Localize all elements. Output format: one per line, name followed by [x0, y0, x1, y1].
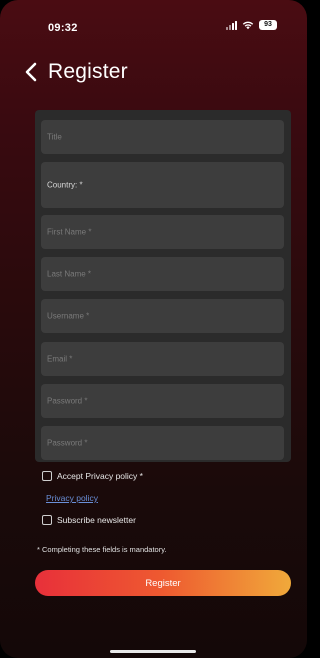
chevron-left-icon [25, 62, 37, 82]
phone-screen: 09:32 93 Register Title Country: * First… [0, 0, 307, 658]
accept-privacy-label: Accept Privacy policy * [57, 471, 143, 481]
password-confirm-field[interactable]: Password * [41, 426, 284, 460]
home-indicator[interactable] [110, 650, 196, 653]
register-button[interactable]: Register [35, 570, 291, 596]
last-name-field[interactable]: Last Name * [41, 257, 284, 291]
accept-privacy-row[interactable]: Accept Privacy policy * [42, 471, 143, 481]
wifi-icon [242, 21, 254, 30]
country-select[interactable]: Country: * [41, 162, 284, 208]
status-bar: 09:32 93 [0, 0, 307, 52]
back-button[interactable] [20, 58, 42, 86]
title-placeholder: Title [47, 132, 62, 142]
password-field[interactable]: Password * [41, 384, 284, 418]
privacy-policy-link[interactable]: Privacy policy [46, 493, 98, 503]
email-placeholder: Email * [47, 354, 73, 364]
page-title: Register [48, 60, 128, 83]
register-form: Title Country: * First Name * Last Name … [35, 110, 291, 462]
accept-privacy-checkbox[interactable] [42, 471, 52, 481]
nav-bar: Register [0, 52, 307, 96]
username-field[interactable]: Username * [41, 299, 284, 333]
status-time: 09:32 [48, 22, 78, 34]
subscribe-label: Subscribe newsletter [57, 515, 136, 525]
first-name-placeholder: First Name * [47, 227, 92, 237]
status-icons: 93 [226, 20, 277, 30]
subscribe-row[interactable]: Subscribe newsletter [42, 515, 136, 525]
first-name-field[interactable]: First Name * [41, 215, 284, 249]
title-field[interactable]: Title [41, 120, 284, 154]
subscribe-checkbox[interactable] [42, 515, 52, 525]
password-placeholder: Password * [47, 396, 88, 406]
mandatory-note: * Completing these fields is mandatory. [37, 545, 167, 554]
country-label: Country: * [47, 180, 83, 190]
last-name-placeholder: Last Name * [47, 269, 92, 279]
signal-icon [226, 20, 237, 30]
email-field[interactable]: Email * [41, 342, 284, 376]
password-confirm-placeholder: Password * [47, 438, 88, 448]
username-placeholder: Username * [47, 311, 90, 321]
battery-icon: 93 [259, 20, 277, 30]
